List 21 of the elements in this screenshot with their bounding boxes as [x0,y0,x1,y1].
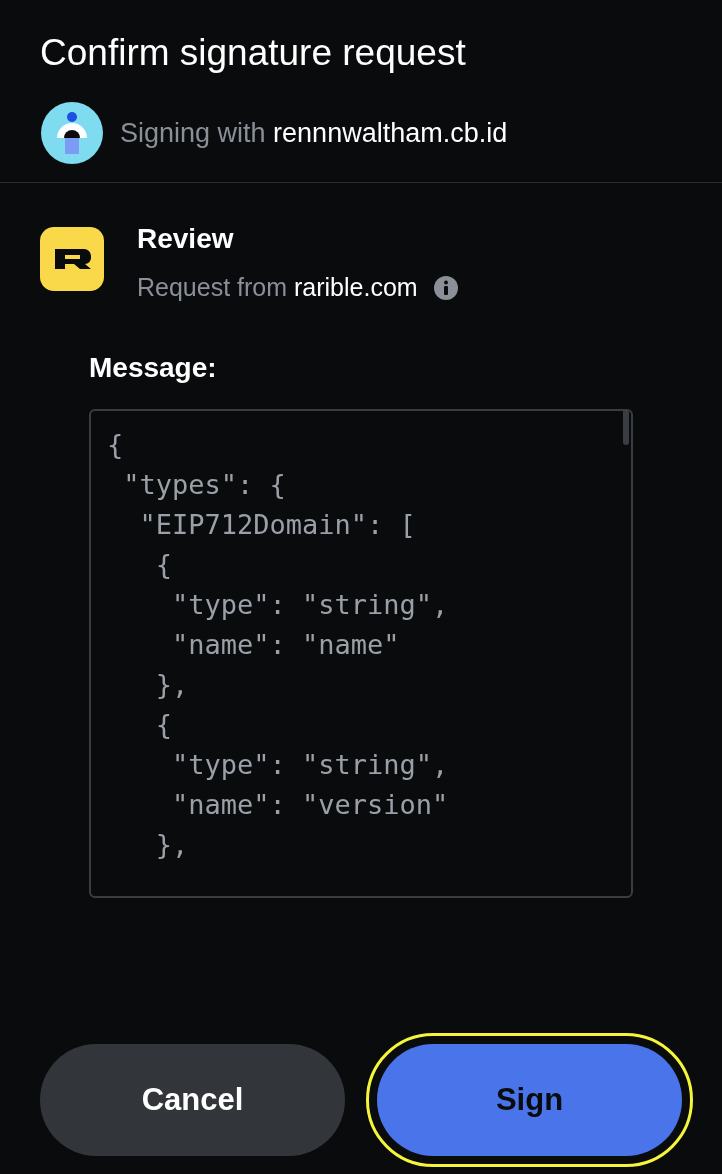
avatar-icon [41,102,103,164]
signing-account-text: Signing with rennnwaltham.cb.id [120,116,508,150]
cancel-button[interactable]: Cancel [40,1044,345,1156]
code-line: "type": "string", [171,587,449,622]
code-line: "type": "string", [171,747,449,782]
code-line: { [107,427,124,462]
marketplace-logo-icon [40,227,104,291]
code-line: "types": { [122,467,286,502]
scrollbar-thumb[interactable] [623,410,629,445]
code-line: { [154,547,173,582]
request-origin-text: Request from rarible.com [137,272,418,303]
dialog-title: Confirm signature request [40,31,467,75]
info-icon[interactable] [433,275,458,300]
code-line: }, [154,827,189,862]
code-line: { [154,707,173,742]
code-line: "name": "name" [171,627,400,662]
review-heading: Review [137,223,235,255]
code-line: "EIP712Domain": [ [138,507,416,542]
code-line: }, [154,667,189,702]
message-label: Message: [89,350,218,385]
code-line: "name": "version" [171,787,449,822]
